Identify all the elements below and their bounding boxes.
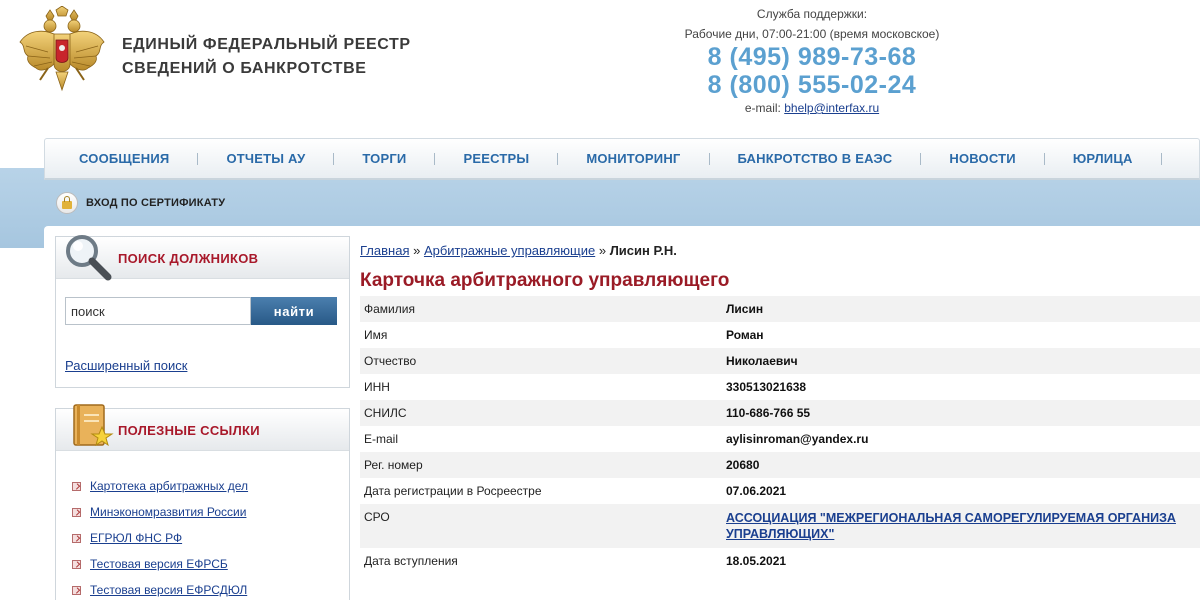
support-email-link[interactable]: bhelp@interfax.ru (784, 101, 879, 115)
notebook-star-icon (73, 404, 114, 447)
site-header: ЕДИНЫЙ ФЕДЕРАЛЬНЫЙ РЕЕСТР СВЕДЕНИЙ О БАН… (0, 0, 1200, 140)
field-label: Отчество (364, 354, 417, 368)
support-block: Служба поддержки: Рабочие дни, 07:00-21:… (672, 6, 952, 116)
field-label: Дата регистрации в Росреестре (364, 484, 542, 498)
table-row: СРО АССОЦИАЦИЯ "МЕЖРЕГИОНАЛЬНАЯ САМОРЕГУ… (360, 504, 1200, 548)
cert-login-label[interactable]: ВХОД ПО СЕРТИФИКАТУ (86, 197, 225, 209)
manager-card: Главная » Арбитражные управляющие » Лиси… (360, 226, 1200, 600)
table-row: СНИЛС 110-686-766 55 (360, 400, 1200, 426)
link-case-files[interactable]: Картотека арбитражных дел (90, 479, 248, 493)
sro-link-line1: АССОЦИАЦИЯ "МЕЖРЕГИОНАЛЬНАЯ САМОРЕГУЛИРУ… (726, 511, 1176, 525)
nav-item-eaeu-bankruptcy[interactable]: БАНКРОТСТВО В ЕАЭС (710, 151, 921, 166)
debtor-search-title: ПОИСК ДОЛЖНИКОВ (118, 251, 259, 266)
support-phone-2: 8 (800) 555-02-24 (707, 71, 917, 99)
field-label: Имя (364, 328, 388, 342)
support-label: Служба поддержки: (756, 7, 868, 21)
list-item: Картотека арбитражных дел (72, 473, 248, 499)
field-value: Роман (726, 328, 764, 342)
sro-link[interactable]: АССОЦИАЦИЯ "МЕЖРЕГИОНАЛЬНАЯ САМОРЕГУЛИРУ… (726, 510, 1196, 542)
debtor-search-header: ПОИСК ДОЛЖНИКОВ (56, 235, 349, 281)
field-value: 18.05.2021 (726, 554, 787, 568)
support-phone-1: 8 (495) 989-73-68 (707, 43, 917, 71)
link-ministry[interactable]: Минэкономразвития России (90, 505, 246, 519)
page-title: Карточка арбитражного управляющего (360, 270, 730, 291)
table-row: ИНН 330513021638 (360, 374, 1200, 400)
external-link-icon (72, 585, 81, 595)
card-table: Фамилия Лисин Имя Роман Отчество Николаевич… (360, 296, 1200, 574)
useful-links-list: Картотека арбитражных дел Минэкономразви… (72, 473, 248, 600)
nav-item-auctions[interactable]: ТОРГИ (334, 151, 434, 166)
field-label: СРО (364, 510, 390, 524)
link-test-efrsb[interactable]: Тестовая версия ЕФРСБ (90, 557, 228, 571)
sro-link-line2: УПРАВЛЯЮЩИХ" (726, 527, 835, 541)
list-item: Тестовая версия ЕФРСДЮЛ (72, 577, 248, 600)
debtor-search-box: ПОИСК ДОЛЖНИКОВ найти Расширенный поиск (55, 235, 350, 388)
field-label: ИНН (364, 380, 390, 394)
advanced-search-link[interactable]: Расширенный поиск (65, 358, 187, 373)
table-row: Фамилия Лисин (360, 296, 1200, 322)
breadcrumb-current: Лисин Р.Н. (609, 243, 677, 258)
field-value: 20680 (726, 458, 760, 472)
field-value: 07.06.2021 (726, 484, 787, 498)
nav-item-registries[interactable]: РЕЕСТРЫ (435, 151, 557, 166)
useful-links-box: ПОЛЕЗНЫЕ ССЫЛКИ Картотека арбитражных де… (55, 404, 350, 600)
breadcrumb-home[interactable]: Главная (360, 243, 409, 258)
breadcrumb-section[interactable]: Арбитражные управляющие (424, 243, 595, 258)
list-item: ЕГРЮЛ ФНС РФ (72, 525, 248, 551)
useful-links-header: ПОЛЕЗНЫЕ ССЫЛКИ (56, 404, 349, 451)
magnifier-icon (66, 235, 112, 281)
table-row: Рег. номер 20680 (360, 452, 1200, 478)
field-value: Лисин (726, 302, 764, 316)
field-label: Рег. номер (364, 458, 423, 472)
search-input[interactable] (65, 297, 251, 325)
site-title: ЕДИНЫЙ ФЕДЕРАЛЬНЫЙ РЕЕСТР СВЕДЕНИЙ О БАН… (122, 33, 411, 81)
site-title-line1: ЕДИНЫЙ ФЕДЕРАЛЬНЫЙ РЕЕСТР (122, 36, 411, 53)
table-row: Отчество Николаевич (360, 348, 1200, 374)
field-label: Фамилия (364, 302, 415, 316)
nav-item-messages[interactable]: СООБЩЕНИЯ (51, 151, 197, 166)
cert-login[interactable]: ВХОД ПО СЕРТИФИКАТУ (44, 186, 225, 220)
field-value: 110-686-766 55 (726, 406, 811, 420)
field-label: Дата вступления (364, 554, 458, 568)
field-label: СНИЛС (364, 406, 407, 420)
breadcrumb-separator: » (595, 243, 610, 258)
external-link-icon (72, 533, 81, 543)
field-value: Николаевич (726, 354, 798, 368)
main-nav: СООБЩЕНИЯ ОТЧЕТЫ АУ ТОРГИ РЕЕСТРЫ МОНИТО… (44, 138, 1200, 180)
site-title-line2: СВЕДЕНИЙ О БАНКРОТСТВЕ (122, 60, 367, 77)
field-value: АССОЦИАЦИЯ "МЕЖРЕГИОНАЛЬНАЯ САМОРЕГУЛИРУ… (722, 504, 1200, 548)
table-row: Имя Роман (360, 322, 1200, 348)
useful-links-title: ПОЛЕЗНЫЕ ССЫЛКИ (118, 423, 260, 438)
list-item: Тестовая версия ЕФРСБ (72, 551, 248, 577)
lock-icon[interactable] (56, 192, 78, 214)
breadcrumb: Главная » Арбитражные управляющие » Лиси… (360, 243, 677, 258)
support-hours: Рабочие дни, 07:00-21:00 (время московск… (684, 27, 940, 41)
search-form: найти (65, 297, 337, 325)
content-panel: ПОИСК ДОЛЖНИКОВ найти Расширенный поиск … (44, 226, 1200, 600)
external-link-icon (72, 559, 81, 569)
nav-item-au-reports[interactable]: ОТЧЕТЫ АУ (198, 151, 333, 166)
table-row: Дата вступления 18.05.2021 (360, 548, 1200, 574)
table-row: Дата регистрации в Росреестре 07.06.2021 (360, 478, 1200, 504)
list-item: Минэкономразвития России (72, 499, 248, 525)
field-value: aylisinroman@yandex.ru (726, 432, 869, 446)
breadcrumb-separator: » (409, 243, 424, 258)
external-link-icon (72, 507, 81, 517)
double-headed-eagle-icon[interactable] (18, 6, 106, 98)
link-egrul[interactable]: ЕГРЮЛ ФНС РФ (90, 531, 182, 545)
link-test-efrsdul[interactable]: Тестовая версия ЕФРСДЮЛ (90, 583, 247, 597)
nav-item-monitoring[interactable]: МОНИТОРИНГ (558, 151, 708, 166)
search-button[interactable]: найти (251, 297, 337, 325)
nav-separator (1160, 152, 1162, 165)
field-label: E-mail (364, 432, 399, 446)
table-row: E-mail aylisinroman@yandex.ru (360, 426, 1200, 452)
external-link-icon (72, 481, 81, 491)
support-email-label: e-mail: (744, 101, 785, 115)
support-email: e-mail: bhelp@interfax.ru (672, 100, 952, 116)
nav-item-news[interactable]: НОВОСТИ (921, 151, 1043, 166)
nav-item-legal-entities[interactable]: ЮРЛИЦА (1045, 151, 1161, 166)
field-value: 330513021638 (726, 380, 807, 394)
